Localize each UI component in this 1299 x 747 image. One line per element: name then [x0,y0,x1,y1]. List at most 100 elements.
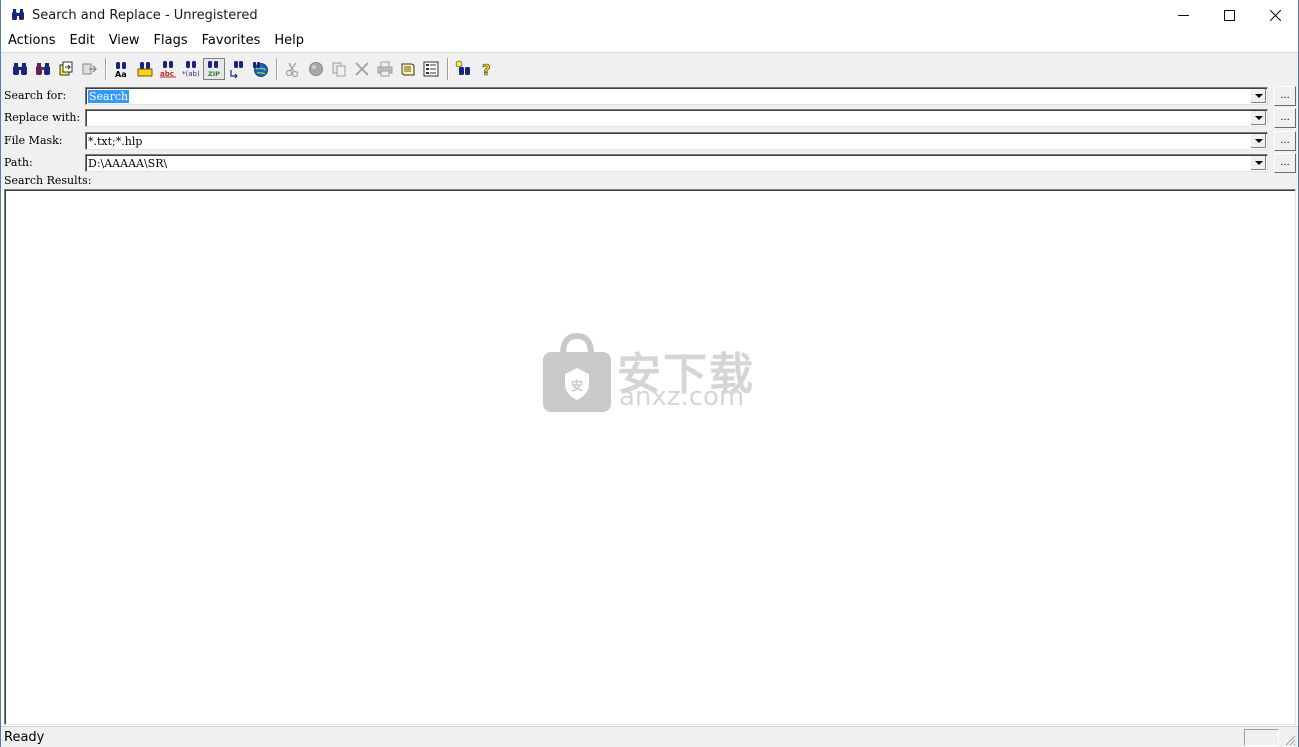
web-search-icon [253,61,268,77]
replace-browse-button[interactable]: ... [1274,108,1296,128]
search-browse-button[interactable]: ... [1274,86,1296,106]
delete-icon [355,61,369,76]
help-button[interactable]: ? [476,58,498,80]
copy-files-icon [59,61,73,75]
stop-button[interactable] [305,58,327,80]
svg-text:Aa: Aa [115,70,127,78]
resize-grip-icon[interactable] [1284,734,1296,746]
svg-text:?: ? [482,61,491,78]
search-label: Search for: [4,89,67,102]
search-dropdown-button[interactable] [1250,89,1266,103]
svg-text:*(ab): *(ab) [182,70,200,78]
copy-button[interactable] [328,58,350,80]
search-results-list[interactable] [4,189,1296,725]
mask-browse-button[interactable]: ... [1274,131,1296,151]
subfolder-icon [230,60,243,78]
menu-view[interactable]: View [102,30,147,51]
maximize-icon [1223,9,1235,21]
search-icon [13,62,27,75]
status-bar: Ready [1,726,1298,747]
maximize-button[interactable] [1206,0,1252,30]
minimize-icon [1177,14,1189,16]
toolbar-separator [105,57,107,80]
chevron-down-icon [1254,93,1263,98]
app-window: Search and Replace - Unregistered Action… [0,0,1299,747]
zip-search-button[interactable]: ZIP [203,57,225,80]
status-text: Ready [4,730,45,745]
close-icon [1269,9,1281,21]
mask-row: File Mask: *.txt;*.hlp ... [1,131,1298,151]
toolbar-separator [276,57,278,80]
path-value: D:\AAAAA\SR\ [88,157,168,170]
cut-button[interactable] [282,58,304,80]
menu-edit[interactable]: Edit [63,30,102,51]
results-label: Search Results: [4,174,92,187]
scissors-icon [285,62,299,77]
path-dropdown-button[interactable] [1250,156,1266,170]
chevron-down-icon [1254,138,1263,143]
whole-word-button[interactable] [134,58,156,80]
print-button[interactable] [374,58,396,80]
help-icon: ? [482,60,491,78]
file-mask-value: *.txt;*.hlp [88,135,143,148]
subfolder-button[interactable] [226,58,248,80]
mask-dropdown-button[interactable] [1250,134,1266,148]
case-sensitive-icon: Aa [115,61,127,78]
chevron-down-icon [1254,160,1263,165]
title-bar[interactable]: Search and Replace - Unregistered [1,0,1298,30]
regex-button[interactable]: *(ab) [180,58,202,80]
print-icon [377,61,393,76]
file-mask-input[interactable]: *.txt;*.hlp [85,132,1268,150]
shopping-bag-icon: 安 [543,332,611,412]
find-tip-icon [455,60,470,75]
watermark-en: anxz.com [619,382,745,412]
zip-search-icon: ZIP [208,60,220,78]
mask-label: File Mask: [4,134,63,147]
menu-favorites[interactable]: Favorites [195,30,268,51]
options-icon [423,61,439,76]
search-replace-button[interactable] [32,58,54,80]
search-replace-icon [36,62,50,75]
replace-dropdown-button[interactable] [1250,111,1266,125]
svg-text:安: 安 [571,378,583,393]
path-browse-button[interactable]: ... [1274,153,1296,173]
window-title: Search and Replace - Unregistered [32,7,258,23]
replace-input[interactable] [85,109,1268,127]
case-sensitive-button[interactable]: Aa [111,58,133,80]
web-search-button[interactable] [249,58,271,80]
search-input[interactable]: Search [85,87,1268,105]
svg-text:ZIP: ZIP [208,70,220,78]
menu-bar: Actions Edit View Flags Favorites Help [1,30,1298,51]
open-script-button[interactable] [397,58,419,80]
options-button[interactable] [420,58,442,80]
close-button[interactable] [1252,0,1298,30]
menu-actions[interactable]: Actions [1,30,63,51]
replace-row: Replace with: ... [1,108,1298,128]
regex-icon: *(ab) [182,60,200,78]
chevron-down-icon [1254,115,1263,120]
stop-icon [309,61,323,76]
search-button[interactable] [9,58,31,80]
menu-flags[interactable]: Flags [147,30,195,51]
menu-help[interactable]: Help [267,30,311,51]
path-input[interactable]: D:\AAAAA\SR\ [85,154,1268,172]
whole-word-icon [137,61,153,76]
delete-button[interactable] [351,58,373,80]
toolbar: Aa abc *(ab) ZIP ? [1,52,1298,84]
path-row: Path: D:\AAAAA\SR\ ... [1,153,1298,173]
replace-label: Replace with: [4,111,81,124]
watermark: 安 安下载 anxz.com [541,330,761,415]
search-form: Search for: Search ... Replace with: ...… [1,84,1298,190]
minimize-button[interactable] [1160,0,1206,30]
search-row: Search for: Search ... [1,86,1298,106]
toolbar-separator [447,57,449,80]
move-files-icon [82,63,97,74]
abc-button[interactable]: abc [157,58,179,80]
copy-files-button[interactable] [55,58,77,80]
find-tip-button[interactable] [453,58,475,80]
path-label: Path: [4,156,33,169]
abc-icon: abc [160,60,176,78]
open-script-icon [401,63,415,75]
search-value: Search [88,90,130,103]
move-files-button[interactable] [78,58,100,80]
